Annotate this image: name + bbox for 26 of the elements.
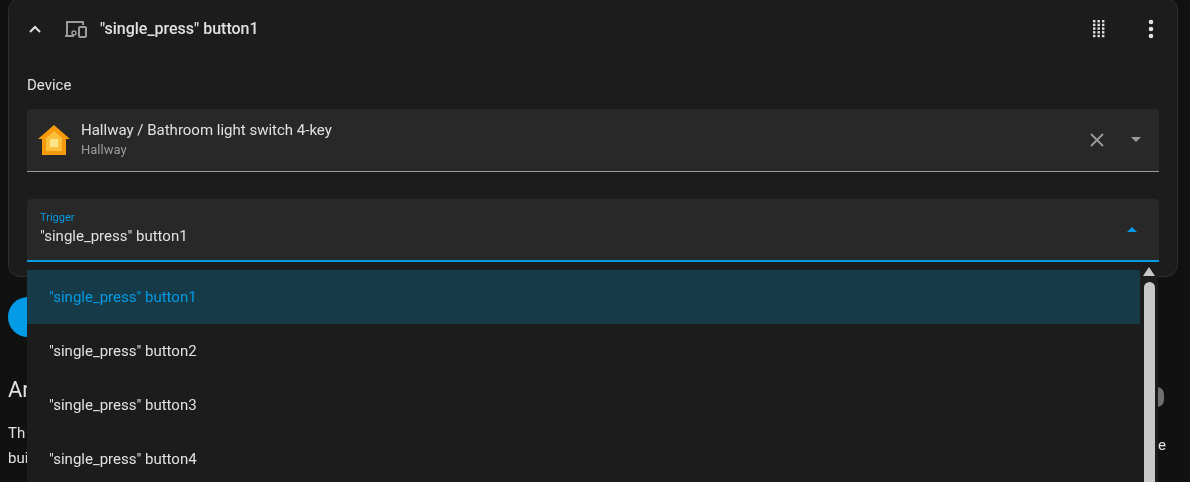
device-area: Hallway [81, 139, 332, 160]
device-select[interactable]: Hallway / Bathroom light switch 4-key Hallway [27, 108, 1159, 172]
chevron-up-icon [28, 24, 42, 34]
section-heading: Ar [8, 376, 30, 404]
description-text: e [1158, 435, 1166, 456]
dropdown-option[interactable]: "single_press" button1 [27, 270, 1140, 324]
grid-dots-icon [1093, 20, 1105, 38]
trigger-label: Trigger [40, 211, 76, 225]
dropdown-option[interactable]: "single_press" button3 [27, 378, 1140, 432]
house-icon [37, 123, 71, 156]
description-text: Th [8, 423, 26, 444]
close-icon [1090, 132, 1104, 147]
scroll-up-icon[interactable] [1143, 267, 1155, 276]
dropdown-option[interactable]: "single_press" button4 [27, 432, 1140, 482]
devices-icon [63, 18, 89, 40]
dropdown-arrow-icon[interactable] [1131, 137, 1141, 142]
trigger-select[interactable]: Trigger "single_press" button1 [27, 198, 1159, 262]
device-name: Hallway / Bathroom light switch 4-key [81, 119, 332, 140]
card-title: "single_press" button1 [100, 18, 259, 40]
dropdown-option[interactable]: "single_press" button2 [27, 324, 1140, 378]
trigger-value: "single_press" button1 [40, 226, 188, 247]
more-vertical-icon [1148, 19, 1154, 39]
caret-up-icon [1127, 226, 1137, 232]
description-text: bui [8, 448, 29, 469]
device-label: Device [27, 75, 73, 96]
scrollbar-thumb[interactable] [1143, 282, 1155, 482]
